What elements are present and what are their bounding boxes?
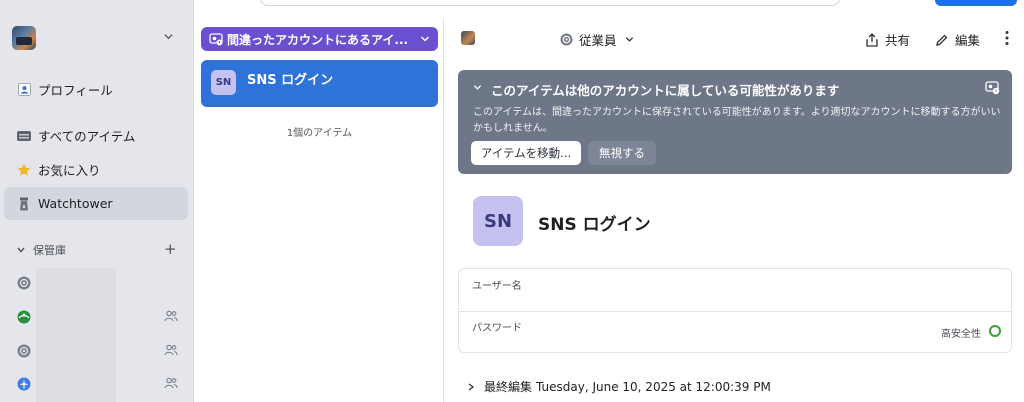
search-input[interactable] — [260, 0, 840, 6]
vault-dial-icon — [17, 344, 31, 358]
item-count: 1個のアイテム — [286, 128, 353, 139]
chevron-down-icon — [420, 36, 430, 42]
chevron-down-icon — [17, 247, 25, 253]
add-vault-button[interactable]: + — [164, 242, 177, 257]
banner-title: このアイテムは他のアカウントに属している可能性があります — [491, 83, 840, 98]
vault-dial-icon — [17, 276, 31, 290]
item-detail-pane: 従業員 共有 編集 このアイテムは他のアカウントに属している可能性があります こ… — [445, 18, 1024, 402]
item-title: SNS ログイン — [247, 73, 334, 88]
sidebar-vault-item[interactable] — [4, 268, 188, 298]
sidebar-item-label: お気に入り — [38, 163, 101, 178]
chevron-down-icon[interactable] — [473, 83, 482, 92]
last-edited-label: 最終編集 — [484, 380, 533, 394]
tower-icon — [17, 197, 31, 211]
shared-people-icon — [164, 344, 178, 358]
vault-selector[interactable]: 従業員 — [560, 30, 634, 49]
item-avatar: SN — [473, 196, 523, 246]
sidebar-item-label: プロフィール — [38, 83, 113, 98]
item-title: SNS ログイン — [538, 215, 651, 235]
wrong-account-filter[interactable]: 間違ったアカウントにあるアイ... — [201, 27, 438, 51]
vaults-section-header[interactable]: 保管庫 — [17, 242, 66, 258]
sidebar-vault-item[interactable] — [4, 302, 188, 332]
share-icon — [866, 32, 878, 47]
item-avatar: SN — [211, 70, 236, 95]
chevron-right-icon — [468, 382, 475, 391]
last-edited-row[interactable]: 最終編集 Tuesday, June 10, 2025 at 12:00:39 … — [467, 378, 771, 395]
password-label: パスワード — [472, 323, 522, 334]
share-button[interactable]: 共有 — [865, 30, 910, 49]
new-item-button[interactable] — [935, 0, 1017, 6]
sidebar-item-watchtower[interactable]: Watchtower — [4, 187, 188, 220]
divider — [459, 311, 1011, 312]
sidebar-item-favorites[interactable]: お気に入り — [4, 153, 188, 186]
pencil-icon — [936, 34, 948, 46]
sidebar-item-profile[interactable]: プロフィール — [4, 73, 188, 106]
share-label: 共有 — [885, 33, 911, 48]
sidebar-item-all-items[interactable]: すべてのアイテム — [4, 119, 188, 152]
vault-name: 従業員 — [579, 33, 617, 48]
list-item[interactable]: SN SNS ログイン — [201, 60, 438, 107]
sidebar-vault-item[interactable] — [4, 336, 188, 366]
detail-toolbar: 従業員 共有 編集 — [445, 18, 1024, 58]
vault-dial-icon — [560, 33, 573, 46]
shared-people-icon — [164, 377, 178, 391]
shared-people-icon — [164, 310, 178, 324]
edit-button[interactable]: 編集 — [935, 30, 980, 49]
account-icon — [461, 31, 475, 45]
banner-body: このアイテムは、間違ったアカウントに保存されている可能性があります。より適切なア… — [473, 107, 1001, 134]
strength-ring-icon — [989, 325, 1001, 337]
chevron-down-icon — [625, 37, 633, 42]
sidebar-item-label: すべてのアイテム — [38, 129, 136, 144]
password-strength-label: 高安全性 — [941, 329, 981, 340]
item-list-pane: 間違ったアカウントにあるアイ... SN SNS ログイン 1個のアイテム — [195, 18, 444, 402]
item-fields: ユーザー名 パスワード 高安全性 — [458, 268, 1012, 353]
ignore-button[interactable]: 無視する — [588, 141, 656, 165]
move-item-button[interactable]: アイテムを移動... — [471, 141, 581, 165]
sidebar-vault-item[interactable] — [4, 369, 188, 399]
sidebar: プロフィール すべてのアイテム お気に入り Watchtower 保管庫 + — [0, 0, 194, 402]
more-vertical-icon[interactable] — [1004, 30, 1010, 46]
filter-label: 間違ったアカウントにあるアイ... — [227, 32, 409, 47]
sidebar-item-label: Watchtower — [38, 196, 113, 211]
wrong-account-banner: このアイテムは他のアカウントに属している可能性があります このアイテムは、間違っ… — [458, 70, 1012, 174]
airplane-icon — [17, 377, 31, 391]
account-avatar[interactable] — [12, 26, 36, 50]
edit-label: 編集 — [955, 33, 981, 48]
stack-icon — [17, 129, 31, 143]
chevron-down-icon[interactable] — [164, 32, 173, 41]
vault-warning-icon — [209, 32, 223, 46]
last-edited-value: Tuesday, June 10, 2025 at 12:00:39 PM — [536, 379, 771, 394]
vault-warning-icon — [985, 81, 1000, 95]
star-icon — [17, 163, 31, 177]
vaults-section-label: 保管庫 — [33, 244, 66, 257]
person-icon — [17, 83, 31, 97]
username-label: ユーザー名 — [472, 281, 522, 292]
vault-green-icon — [17, 310, 31, 324]
